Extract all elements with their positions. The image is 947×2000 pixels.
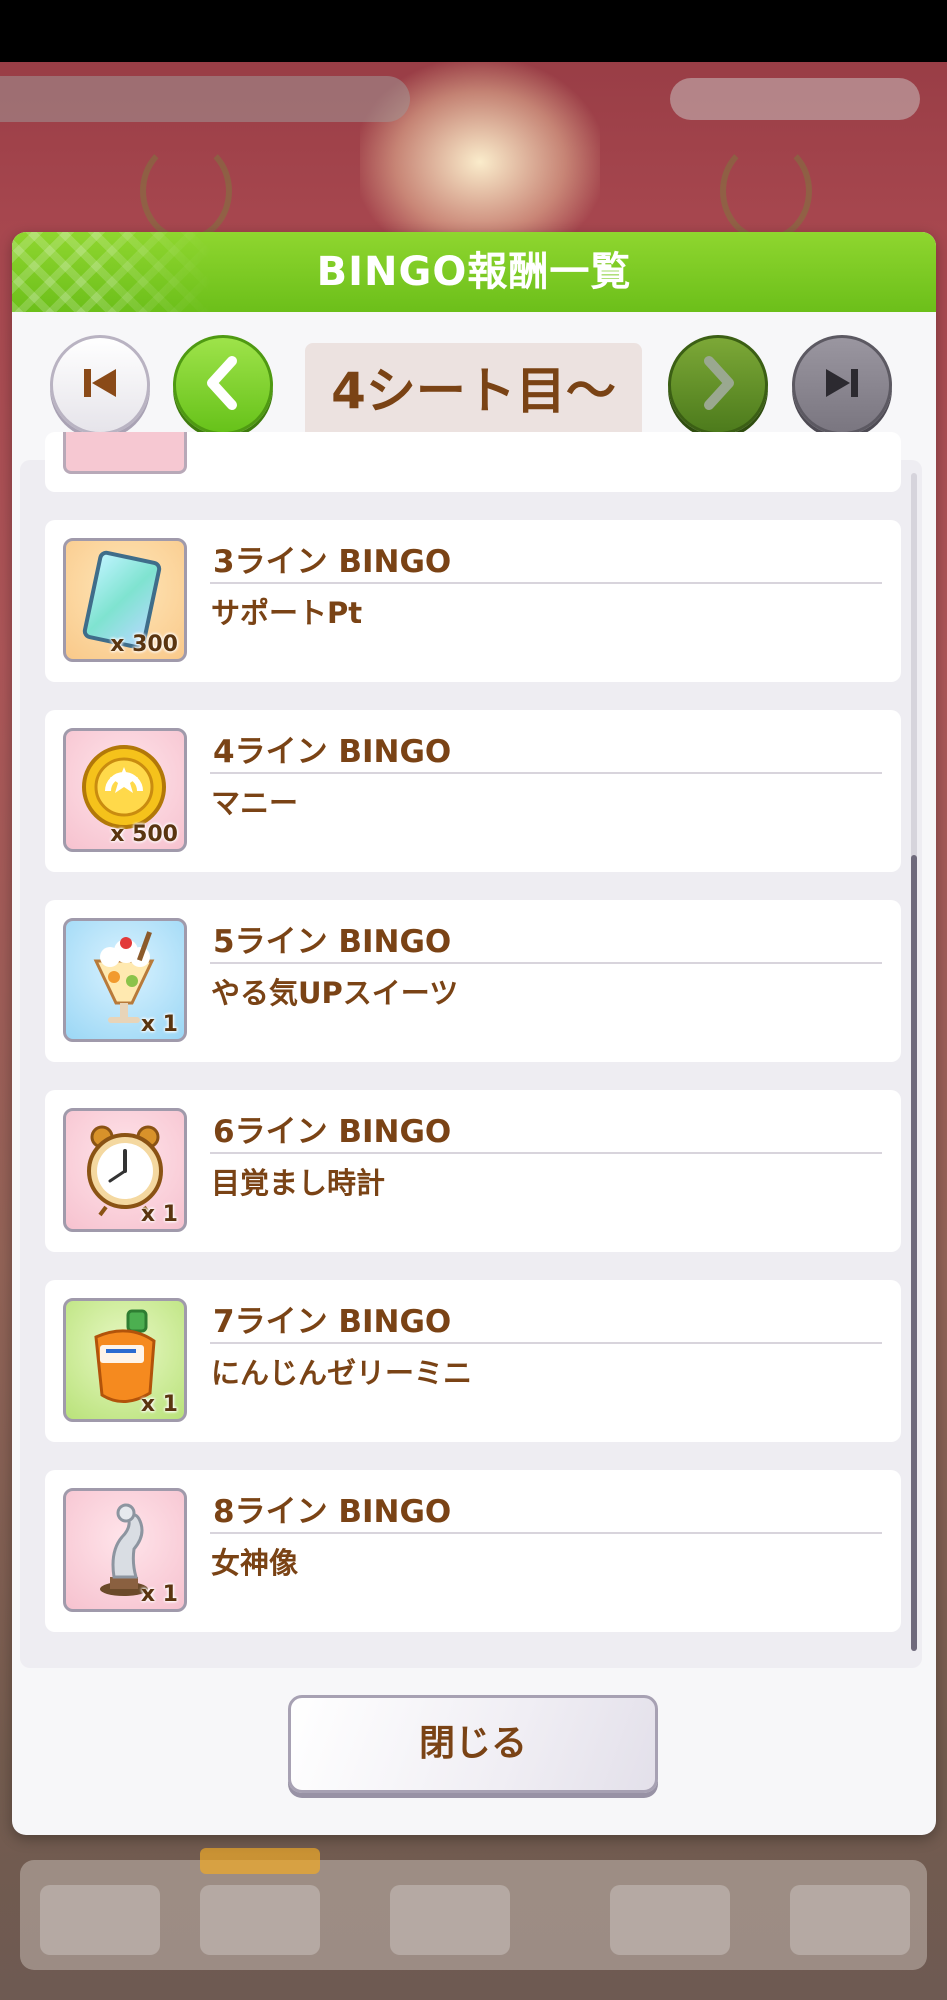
reward-title: 5ライン BINGO [213,924,452,960]
divider [210,1342,882,1344]
reward-item-name: 目覚まし時計 [211,1166,386,1200]
list-item: x 1 6ライン BINGO 目覚まし時計 [45,1090,901,1252]
divider [210,962,882,964]
background-nav-item [390,1885,510,1955]
close-button[interactable]: 閉じる [288,1695,658,1793]
list-item: x 1 7ライン BINGO にんじんゼリーミニ [45,1280,901,1442]
reward-title: 7ライン BINGO [213,1304,452,1340]
divider [210,1532,882,1534]
reward-quantity: x 1 [140,1202,178,1227]
background-wreath [720,140,812,242]
dialog-title: BINGO報酬一覧 [316,249,632,295]
divider [210,1152,882,1154]
header-pattern [12,232,212,312]
list-item [45,432,901,492]
chevron-left-icon [198,353,248,417]
background-nav-item [200,1885,320,1955]
reward-item-name: にんじんゼリーミニ [211,1356,473,1390]
reward-icon-frame: x 300 [63,538,187,662]
reward-title: 3ライン BINGO [213,544,452,580]
background-nav-item [610,1885,730,1955]
list-item: x 500 4ライン BINGO マニー [45,710,901,872]
reward-quantity: x 300 [110,632,178,657]
reward-quantity: x 1 [140,1392,178,1417]
list-item: x 1 8ライン BINGO 女神像 [45,1470,901,1632]
reward-item-name: マニー [211,786,299,820]
divider [210,582,882,584]
reward-title: 8ライン BINGO [213,1494,452,1530]
first-sheet-button[interactable] [50,335,150,435]
chevron-right-icon [693,353,743,417]
next-sheet-button[interactable] [668,335,768,435]
reward-item-name: サポートPt [211,596,363,630]
list-item: x 1 5ライン BINGO やる気UPスイーツ [45,900,901,1062]
background-wreath [140,140,232,242]
background-nav-item [40,1885,160,1955]
skip-last-icon [820,361,864,409]
reward-item-name: やる気UPスイーツ [211,976,459,1010]
reward-icon-frame: x 1 [63,1108,187,1232]
background-nav-item [790,1885,910,1955]
reward-quantity: x 500 [110,822,178,847]
reward-item-name: 女神像 [211,1546,299,1580]
background-name-bar [0,76,410,122]
last-sheet-button[interactable] [792,335,892,435]
reward-title: 6ライン BINGO [213,1114,452,1150]
partial-reward-icon [63,432,187,474]
divider [210,772,882,774]
dialog-header: BINGO報酬一覧 [12,232,936,312]
background-stat-bar [670,78,920,120]
previous-sheet-button[interactable] [173,335,273,435]
list-item: x 300 3ライン BINGO サポートPt [45,520,901,682]
reward-quantity: x 1 [140,1582,178,1607]
reward-icon-frame: x 500 [63,728,187,852]
reward-icon-frame: x 1 [63,1488,187,1612]
skip-first-icon [78,361,122,409]
background-badge [200,1848,320,1874]
reward-title: 4ライン BINGO [213,734,452,770]
reward-quantity: x 1 [140,1012,178,1037]
sheet-label: 4シート目～ [305,343,642,439]
status-bar [0,0,947,62]
reward-icon-frame: x 1 [63,1298,187,1422]
scrollbar-thumb[interactable] [911,855,917,1651]
reward-icon-frame: x 1 [63,918,187,1042]
